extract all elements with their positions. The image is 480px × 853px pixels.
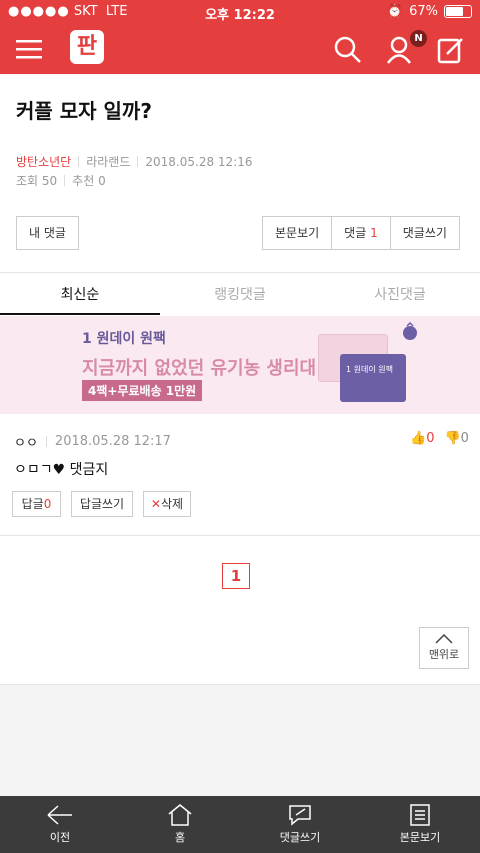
banner-line1: 1 원데이 원팩 <box>82 331 166 347</box>
footer-space <box>0 685 480 796</box>
tab-photo[interactable]: 사진댓글 <box>320 280 480 315</box>
like-button[interactable]: 👍0 <box>410 431 434 446</box>
battery-icon <box>444 5 472 18</box>
ad-banner[interactable]: 1 원데이 원팩 지금까지 없었던 유기농 생리대 4팩+무료배송 1만원 1 … <box>0 316 480 414</box>
notification-badge: N <box>410 30 427 47</box>
post-stats: 조회 50 추천 0 <box>16 172 106 189</box>
status-right: ⏰ 67% <box>387 4 472 19</box>
nav-home[interactable]: 홈 <box>120 796 240 853</box>
reply-count-button[interactable]: 답글0 <box>12 491 61 517</box>
comment-write-icon <box>289 805 311 826</box>
post-date: 2018.05.28 12:16 <box>145 154 253 169</box>
scroll-top-label: 맨위로 <box>428 648 460 661</box>
post-author[interactable]: 방탄소년단 <box>16 153 71 170</box>
page-number-current[interactable]: 1 <box>222 563 250 589</box>
product-pack-purple: 1 원데이 원팩 <box>340 354 406 402</box>
section-divider <box>0 535 480 536</box>
comment-author[interactable]: ㅇㅇ <box>14 432 38 451</box>
comments-count: 1 <box>370 226 378 240</box>
nav-view-post-label: 본문보기 <box>399 831 441 844</box>
divider <box>137 156 139 167</box>
like-count: 0 <box>426 431 435 446</box>
tab-ranking[interactable]: 랭킹댓글 <box>160 280 320 315</box>
divider <box>45 436 47 447</box>
reply-label: 답글 <box>21 497 44 511</box>
comment-body: ㅇㅁㄱ♥ 댓금지 <box>14 462 109 478</box>
scroll-top-button[interactable]: 맨위로 <box>419 627 469 669</box>
write-icon[interactable] <box>437 36 465 64</box>
alarm-icon: ⏰ <box>386 4 404 19</box>
post-meta: 방탄소년단 라라랜드 2018.05.28 12:16 <box>16 153 252 170</box>
comments-button[interactable]: 댓글 1 <box>331 217 390 249</box>
thumbs-up-icon: 👍 <box>410 431 427 446</box>
thumbs-down-icon: 👎 <box>444 431 461 446</box>
delete-button[interactable]: ✕삭제 <box>143 491 191 517</box>
home-icon <box>168 804 192 826</box>
nav-view-post[interactable]: 본문보기 <box>360 796 480 853</box>
banner-line3: 4팩+무료배송 1만원 <box>82 380 203 401</box>
brand-mark-icon <box>403 322 417 340</box>
banner-line2: 지금까지 없었던 유기농 생리대 <box>82 358 317 379</box>
write-reply-button[interactable]: 답글쓰기 <box>71 491 133 517</box>
nav-write-comment-label: 댓글쓰기 <box>279 831 321 844</box>
view-post-button[interactable]: 본문보기 <box>263 217 331 249</box>
document-icon <box>410 804 430 826</box>
menu-icon[interactable] <box>16 38 42 60</box>
status-bar: ●●●●● SKT LTE 오후 12:22 ⏰ 67% <box>0 0 480 24</box>
nav-write-comment[interactable]: 댓글쓰기 <box>240 796 360 853</box>
arrow-left-icon <box>47 805 72 825</box>
battery-percent: 67% <box>409 4 438 19</box>
write-comment-button[interactable]: 댓글쓰기 <box>389 217 459 249</box>
divider <box>64 175 66 186</box>
app-logo[interactable]: 판 <box>70 30 104 64</box>
comment-reactions: 👍0 👎0 <box>410 431 469 446</box>
nav-home-label: 홈 <box>174 831 186 844</box>
comment-date: 2018.05.28 12:17 <box>54 434 171 449</box>
section-divider <box>0 272 480 273</box>
comments-label: 댓글 <box>344 226 367 240</box>
dislike-count: 0 <box>460 431 469 446</box>
bottom-nav: 이전 홈 댓글쓰기 본문보기 <box>0 796 480 853</box>
post-action-group: 본문보기 댓글 1 댓글쓰기 <box>262 216 460 250</box>
dislike-button[interactable]: 👎0 <box>444 431 468 446</box>
tab-latest[interactable]: 최신순 <box>0 280 160 315</box>
recommend-count: 추천 0 <box>72 174 106 188</box>
divider <box>78 156 80 167</box>
chevron-up-icon <box>435 634 453 644</box>
post-category[interactable]: 라라랜드 <box>86 153 130 170</box>
app-header: 판 N <box>0 24 480 74</box>
reply-count: 0 <box>43 497 52 511</box>
comment-header: ㅇㅇ 2018.05.28 12:17 <box>14 432 171 451</box>
nav-back[interactable]: 이전 <box>0 796 120 853</box>
my-comments-button[interactable]: 내 댓글 <box>16 216 79 250</box>
delete-label: 삭제 <box>160 497 184 511</box>
nav-back-label: 이전 <box>49 831 71 844</box>
post-title: 커플 모자 일까? <box>16 99 152 123</box>
view-count: 조회 50 <box>16 174 58 188</box>
search-icon[interactable] <box>334 36 362 64</box>
delete-icon: ✕ <box>150 497 161 511</box>
